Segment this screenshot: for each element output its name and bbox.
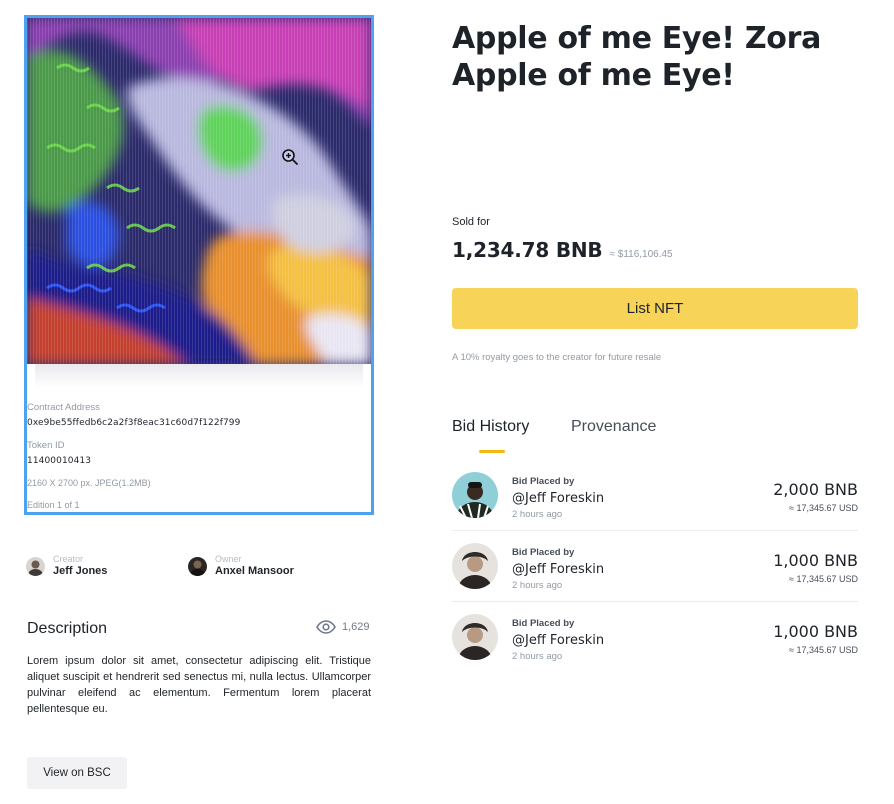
bidder-avatar[interactable] bbox=[452, 614, 498, 660]
sold-for-label: Sold for bbox=[452, 216, 490, 228]
file-dimensions: 2160 X 2700 px. JPEG(1.2MB) bbox=[27, 478, 151, 488]
active-tab-indicator bbox=[479, 450, 505, 453]
bid-amount: 2,000 BNB bbox=[773, 480, 858, 499]
tab-bid-history[interactable]: Bid History bbox=[452, 418, 529, 436]
bid-placed-label: Bid Placed by bbox=[512, 618, 575, 629]
nft-media-card[interactable]: Contract Address 0xe9be55ffedb6c2a2f3f8e… bbox=[24, 15, 374, 515]
bid-history-list: Bid Placed by @Jeff Foreskin 2 hours ago… bbox=[452, 460, 858, 673]
nft-title: Apple of me Eye! Zora Apple of me Eye! bbox=[452, 21, 822, 93]
token-id-value: 11400010413 bbox=[27, 456, 92, 466]
zoom-in-icon[interactable] bbox=[281, 148, 299, 166]
sale-price-row: 1,234.78 BNB ≈ $116,106.45 bbox=[452, 238, 673, 262]
creator-profile[interactable]: Creator Jeff Jones bbox=[26, 554, 107, 578]
bid-amount-usd: ≈ 17,345.67 USD bbox=[789, 645, 858, 655]
owner-role-label: Owner bbox=[215, 554, 242, 564]
description-heading: Description bbox=[27, 620, 108, 637]
bid-time: 2 hours ago bbox=[512, 580, 563, 591]
view-count: 1,629 bbox=[342, 621, 370, 633]
contract-address-value: 0xe9be55ffedb6c2a2f3f8eac31c60d7f122f799 bbox=[27, 418, 241, 428]
token-id-label: Token ID bbox=[27, 440, 65, 451]
bidder-username[interactable]: @Jeff Foreskin bbox=[512, 633, 604, 648]
nft-artwork-image[interactable] bbox=[27, 18, 371, 364]
creator-name[interactable]: Jeff Jones bbox=[53, 565, 107, 578]
creator-avatar[interactable] bbox=[26, 556, 45, 576]
owner-avatar[interactable] bbox=[188, 556, 207, 576]
bidder-username[interactable]: @Jeff Foreskin bbox=[512, 491, 604, 506]
bid-time: 2 hours ago bbox=[512, 651, 563, 662]
view-on-bsc-button[interactable]: View on BSC bbox=[27, 757, 127, 789]
bid-amount-usd: ≈ 17,345.67 USD bbox=[789, 503, 858, 513]
bid-amount: 1,000 BNB bbox=[773, 551, 858, 570]
creator-role-label: Creator bbox=[53, 554, 84, 564]
sale-price-usd: ≈ $116,106.45 bbox=[609, 249, 673, 260]
bidder-avatar[interactable] bbox=[452, 543, 498, 589]
eye-icon bbox=[316, 620, 336, 634]
bid-row: Bid Placed by @Jeff Foreskin 2 hours ago… bbox=[452, 602, 858, 673]
bid-amount: 1,000 BNB bbox=[773, 622, 858, 641]
royalty-note: A 10% royalty goes to the creator for fu… bbox=[452, 352, 662, 363]
bid-amount-usd: ≈ 17,345.67 USD bbox=[789, 574, 858, 584]
sale-price: 1,234.78 BNB bbox=[452, 238, 603, 262]
owner-name[interactable]: Anxel Mansoor bbox=[215, 565, 294, 578]
bid-time: 2 hours ago bbox=[512, 509, 563, 520]
list-nft-button[interactable]: List NFT bbox=[452, 288, 858, 329]
tab-provenance[interactable]: Provenance bbox=[571, 418, 656, 436]
bidder-username[interactable]: @Jeff Foreskin bbox=[512, 562, 604, 577]
owner-profile[interactable]: Owner Anxel Mansoor bbox=[188, 554, 294, 578]
bidder-avatar[interactable] bbox=[452, 472, 498, 518]
creator-owner-row: Creator Jeff Jones Owner Anxel Mansoor bbox=[26, 554, 376, 580]
contract-address-label: Contract Address bbox=[27, 402, 100, 413]
artwork-shadow bbox=[35, 364, 363, 388]
view-counter: 1,629 bbox=[316, 620, 370, 634]
edition-info: Edition 1 of 1 bbox=[27, 500, 80, 510]
history-tabs: Bid History Provenance bbox=[452, 418, 872, 458]
bid-placed-label: Bid Placed by bbox=[512, 476, 575, 487]
bid-placed-label: Bid Placed by bbox=[512, 547, 575, 558]
bid-row: Bid Placed by @Jeff Foreskin 2 hours ago… bbox=[452, 460, 858, 531]
bid-row: Bid Placed by @Jeff Foreskin 2 hours ago… bbox=[452, 531, 858, 602]
description-text: Lorem ipsum dolor sit amet, consectetur … bbox=[27, 655, 371, 715]
